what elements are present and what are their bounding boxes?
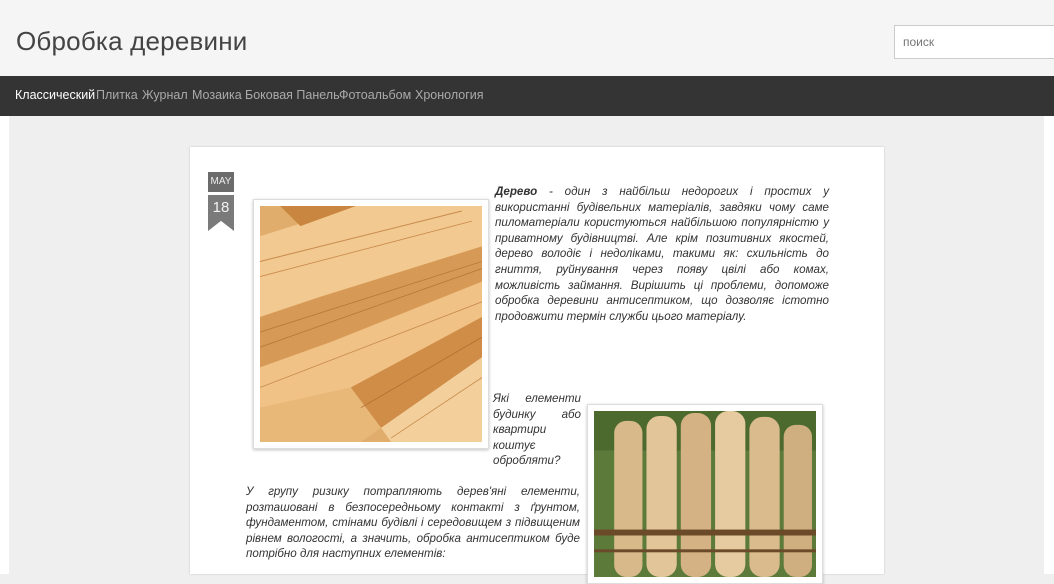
nav-item-photoalbum[interactable]: Фотоальбом: [339, 88, 411, 102]
nav-item-sidebar[interactable]: Боковая Панель: [245, 88, 340, 102]
date-day: 18: [208, 195, 234, 231]
nav-item-tiles[interactable]: Плитка: [96, 88, 138, 102]
window-frame-left: [0, 116, 9, 574]
round-logs-image: [594, 411, 816, 577]
nav-item-mosaic[interactable]: Мозаика: [192, 88, 242, 102]
round-logs-photo[interactable]: [587, 404, 823, 584]
site-title[interactable]: Обробка деревини: [16, 26, 248, 57]
window-frame-right: [1044, 116, 1054, 574]
site-header: Обробка деревини: [0, 0, 1054, 76]
top-navigation: Классический Плитка Журнал Мозаика Боков…: [0, 76, 1054, 116]
lumber-planks-photo[interactable]: [253, 199, 489, 449]
risk-paragraph: У групу ризику потрапляють дерев'яні еле…: [246, 485, 580, 561]
post-card: MAY 18 Дерево - один з найбільш недороги…: [190, 147, 884, 584]
lumber-planks-image: [260, 206, 482, 442]
intro-term: Дерево: [495, 185, 538, 198]
search-input[interactable]: [894, 25, 1054, 59]
nav-item-classic[interactable]: Классический: [15, 88, 95, 102]
nav-item-journal[interactable]: Журнал: [142, 88, 188, 102]
question-heading: Які елементи будинку або квартири коштує…: [493, 392, 581, 468]
date-month: MAY: [208, 172, 234, 192]
nav-item-timeline[interactable]: Хронология: [415, 88, 484, 102]
intro-text: - один з найбільш недорогих і простих у …: [495, 185, 829, 323]
intro-paragraph: Дерево - один з найбільш недорогих і про…: [495, 184, 829, 324]
